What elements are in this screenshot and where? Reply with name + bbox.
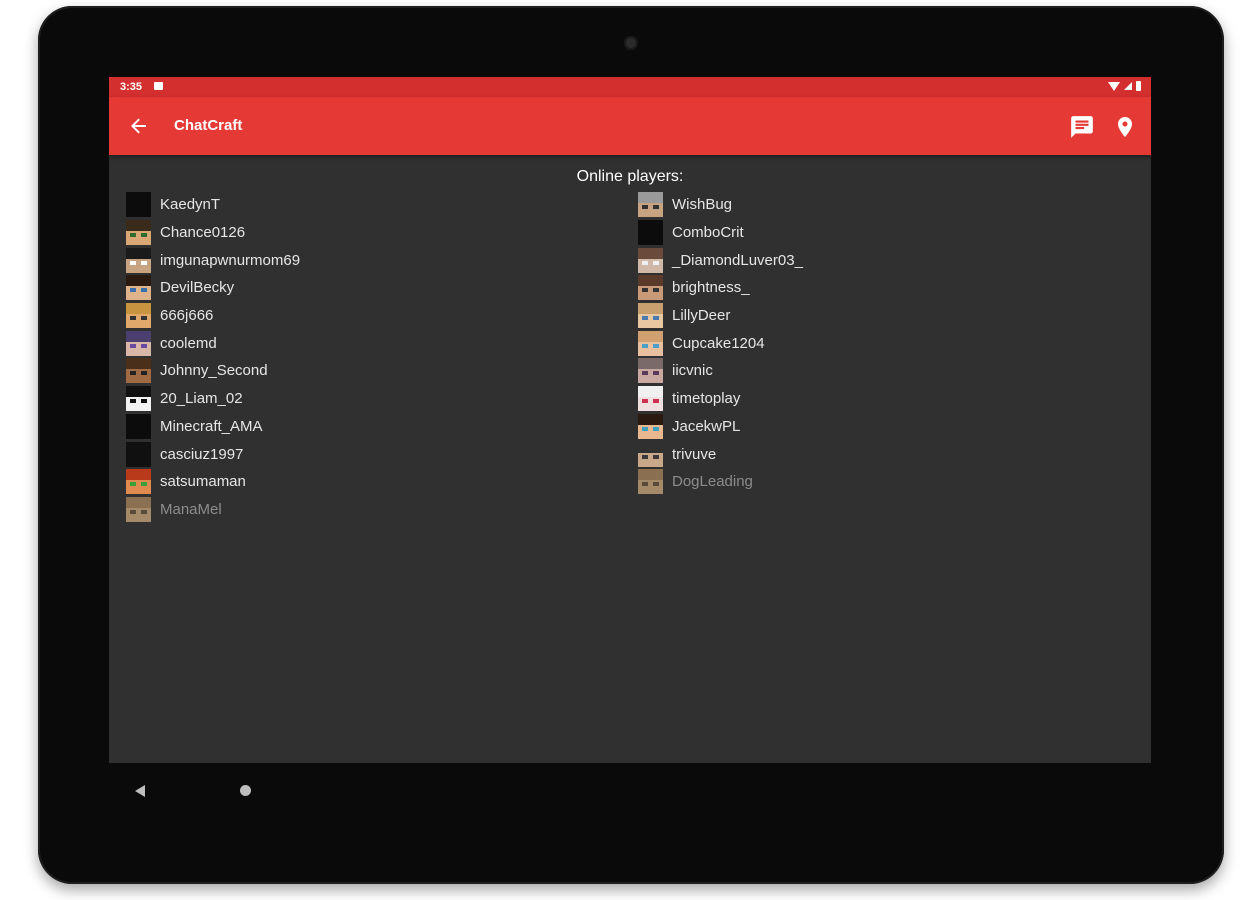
player-row[interactable]: DogLeading (638, 468, 803, 496)
message-notification-icon (154, 82, 163, 90)
player-avatar (638, 358, 663, 384)
player-name: DevilBecky (160, 279, 235, 297)
player-avatar (638, 192, 663, 218)
player-row[interactable]: timetoplay (638, 385, 803, 413)
app-title: ChatCraft (174, 117, 243, 134)
player-row[interactable]: DevilBecky (126, 274, 300, 302)
location-pin-icon[interactable] (1113, 114, 1137, 140)
player-name: iicvnic (672, 362, 713, 380)
player-name: satsumaman (160, 473, 246, 491)
player-name: imgunapwnurmom69 (160, 251, 301, 269)
player-name: WishBug (672, 196, 733, 214)
player-avatar (126, 247, 151, 273)
player-row[interactable]: Minecraft_AMA (126, 413, 300, 441)
player-column-left: KaedynT Chance0126 imgunapwnurmom69 DevilBe… (126, 191, 300, 523)
player-name: JacekwPL (672, 417, 741, 435)
player-row[interactable]: trivuve (638, 440, 803, 468)
player-name: brightness_ (672, 279, 750, 297)
status-bar: 3:35 (109, 77, 1151, 97)
player-avatar (126, 469, 151, 495)
player-name: Johnny_Second (160, 362, 268, 380)
player-row[interactable]: Cupcake1204 (638, 329, 803, 357)
player-row[interactable]: JacekwPL (638, 413, 803, 441)
player-name: 20_Liam_02 (160, 390, 243, 408)
arrow-back-icon[interactable] (127, 114, 151, 138)
online-players-panel: Online players: KaedynT Chance0126 imgunap… (109, 155, 1151, 763)
player-row[interactable]: KaedynT (126, 191, 300, 219)
online-players-heading: Online players: (576, 168, 684, 185)
cell-signal-icon (1124, 82, 1132, 90)
status-icons (1108, 81, 1141, 91)
player-name: Minecraft_AMA (160, 417, 263, 435)
player-name: KaedynT (160, 196, 221, 214)
player-row[interactable]: 666j666 (126, 302, 300, 330)
player-row[interactable]: brightness_ (638, 274, 803, 302)
system-nav-bar (109, 763, 409, 803)
player-name: coolemd (160, 334, 217, 352)
player-avatar (126, 386, 151, 412)
player-row[interactable]: imgunapwnurmom69 (126, 246, 300, 274)
player-avatar (126, 192, 151, 218)
player-row[interactable]: LillyDeer (638, 302, 803, 330)
nav-back-icon[interactable] (135, 785, 145, 797)
player-row[interactable]: Chance0126 (126, 219, 300, 247)
player-avatar (126, 441, 151, 467)
player-row[interactable]: Johnny_Second (126, 357, 300, 385)
status-time: 3:35 (120, 81, 143, 93)
player-row[interactable]: iicvnic (638, 357, 803, 385)
player-row[interactable]: ManaMel (126, 496, 300, 524)
tablet-frame: 3:35 ChatCraft Online players: KaedynT C… (38, 6, 1224, 884)
player-avatar (638, 303, 663, 329)
player-avatar (638, 386, 663, 412)
player-avatar (126, 330, 151, 356)
player-avatar (638, 247, 663, 273)
player-row[interactable]: coolemd (126, 329, 300, 357)
player-avatar (126, 303, 151, 329)
player-avatar (126, 275, 151, 301)
player-name: ManaMel (160, 500, 222, 518)
player-name: DogLeading (672, 473, 753, 491)
front-camera (624, 36, 638, 50)
player-row[interactable]: _DiamondLuver03_ (638, 246, 803, 274)
player-row[interactable]: WishBug (638, 191, 803, 219)
player-name: timetoplay (672, 390, 741, 408)
player-name: casciuz1997 (160, 445, 244, 463)
player-avatar (638, 220, 663, 246)
player-name: trivuve (672, 445, 717, 463)
player-name: ComboCrit (672, 224, 744, 242)
player-name: 666j666 (160, 307, 214, 325)
player-row[interactable]: casciuz1997 (126, 440, 300, 468)
player-avatar (638, 330, 663, 356)
player-avatar (638, 275, 663, 301)
player-avatar (638, 413, 663, 439)
chat-bubble-icon[interactable] (1069, 114, 1095, 140)
player-avatar (126, 413, 151, 439)
player-row[interactable]: 20_Liam_02 (126, 385, 300, 413)
screen: 3:35 ChatCraft Online players: KaedynT C… (109, 77, 1151, 763)
player-avatar (126, 220, 151, 246)
player-avatar (126, 358, 151, 384)
player-row[interactable]: ComboCrit (638, 219, 803, 247)
player-name: LillyDeer (672, 307, 731, 325)
player-avatar (638, 441, 663, 467)
app-bar: ChatCraft (109, 97, 1151, 155)
player-row[interactable]: satsumaman (126, 468, 300, 496)
wifi-icon (1108, 81, 1120, 91)
player-avatar (638, 469, 663, 495)
player-name: _DiamondLuver03_ (672, 251, 803, 269)
nav-home-icon[interactable] (240, 785, 251, 796)
battery-icon (1136, 81, 1141, 91)
player-avatar (126, 496, 151, 522)
player-name: Cupcake1204 (672, 334, 765, 352)
player-name: Chance0126 (160, 224, 246, 242)
player-column-right: WishBug ComboCrit _DiamondLuver03_ brightne… (638, 191, 803, 496)
